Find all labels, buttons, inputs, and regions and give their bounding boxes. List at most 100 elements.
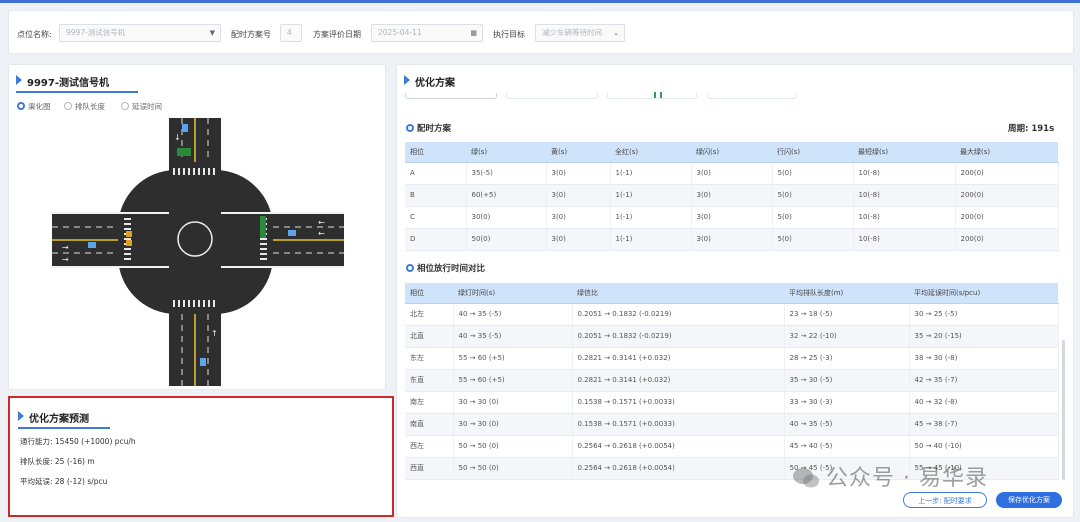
prev-step-button[interactable]: 上一步: 配时要求: [903, 492, 987, 508]
table-cell: 1(-1): [610, 184, 692, 207]
table-cell: 42 → 35 (-7): [909, 369, 1059, 392]
intersection-map: ← ← → → ↑ ↓: [52, 118, 344, 386]
compare-section-title: 相位放行时间对比: [406, 262, 485, 274]
target-label: 执行目标: [493, 30, 525, 39]
table-row: 北直 40 → 35 (-5) 0.2051 → 0.1832 (-0.0219) 3…: [405, 325, 1059, 348]
table-cell: 10(-8): [853, 184, 956, 207]
table-cell: 45 → 40 (-5): [784, 435, 910, 458]
table-cell: A: [405, 162, 467, 185]
calendar-icon: ▦: [470, 29, 477, 37]
crosswalk-north: [173, 168, 215, 175]
table-row: 南直 30 → 30 (0) 0.1538 → 0.1571 (+0.0033) 40…: [405, 413, 1059, 436]
table-cell: 东左: [405, 347, 454, 370]
table-cell: C: [405, 206, 467, 229]
plan-no-label: 配时方案号: [231, 30, 271, 39]
radio-queue-length[interactable]: 排队长度: [64, 101, 105, 112]
crosswalk-west: [124, 218, 131, 260]
column-header: 黄(s): [546, 142, 610, 163]
tab-4[interactable]: [707, 93, 797, 99]
cycle-text: 周期: 191s: [1008, 124, 1055, 134]
table-cell: 35 → 30 (-5): [784, 369, 910, 392]
table-cell: 0.2821 → 0.3141 (+0.032): [572, 369, 785, 392]
column-header: 平均延误时间(s/pcu): [909, 283, 1058, 304]
target-select[interactable]: 减少车辆等待时间 ⌄: [535, 24, 625, 42]
table-cell: 23 → 18 (-5): [784, 303, 910, 326]
table-cell: 0.2564 → 0.2618 (+0.0054): [572, 457, 785, 480]
table-cell: 5(0): [772, 184, 854, 207]
table-cell: 10(-8): [853, 206, 956, 229]
point-name-value: 9997-测试信号机: [66, 28, 126, 37]
table-row: 南左 30 → 30 (0) 0.1538 → 0.1571 (+0.0033) 33…: [405, 391, 1059, 414]
queue-text: 排队长度: 25 (-16) m: [20, 457, 95, 466]
column-header: 最大绿(s): [955, 142, 1058, 163]
table-cell: 0.2051 → 0.1832 (-0.0219): [572, 325, 785, 348]
table-cell: 10(-8): [853, 162, 956, 185]
eval-date-picker[interactable]: 2025-04-11 ▦: [371, 24, 483, 42]
table-cell: 0.2051 → 0.1832 (-0.0219): [572, 303, 785, 326]
table-cell: 45 → 38 (-7): [909, 413, 1059, 436]
svg-text:↓: ↓: [174, 133, 181, 142]
title-underline: [16, 91, 138, 93]
section-dot-icon: [406, 264, 414, 272]
table-cell: 0.2564 → 0.2618 (+0.0054): [572, 435, 785, 458]
table-cell: 0.1538 → 0.1571 (+0.0033): [572, 413, 785, 436]
radio-checked-icon: [17, 102, 25, 110]
column-header: 绿闪(s): [691, 142, 772, 163]
prediction-title: 优化方案预测: [29, 414, 89, 425]
table-cell: 200(0): [955, 162, 1059, 185]
table-cell: 1(-1): [610, 206, 692, 229]
eval-date-label: 方案评价日期: [313, 30, 361, 39]
section-marker-icon: [16, 75, 22, 85]
table-row: A 35(-5) 3(0) 1(-1) 3(0) 5(0) 10(-8) 200(0): [405, 162, 1059, 185]
radio-unchecked-icon: [64, 102, 72, 110]
table-cell: 50 → 50 (0): [453, 435, 573, 458]
svg-text:↑: ↑: [211, 329, 218, 338]
section-marker-icon: [404, 75, 410, 85]
filter-bar: 点位名称: 9997-测试信号机 ▼ 配时方案号 4 方案评价日期 2025-0…: [8, 10, 1074, 54]
table-cell: 0.1538 → 0.1571 (+0.0033): [572, 391, 785, 414]
svg-text:→: →: [62, 243, 69, 252]
point-name-label: 点位名称:: [17, 30, 52, 39]
table-cell: 5(0): [772, 162, 854, 185]
column-header: 平均排队长度(m): [784, 283, 909, 304]
radio-unchecked-icon: [121, 102, 129, 110]
column-header: 全红(s): [610, 142, 691, 163]
table-cell: 60(+5): [466, 184, 547, 207]
table-row: 东直 55 → 60 (+5) 0.2821 → 0.3141 (+0.032) 35…: [405, 369, 1059, 392]
intersection-title: 9997-测试信号机: [27, 78, 109, 89]
table-row: B 60(+5) 3(0) 1(-1) 3(0) 5(0) 10(-8) 200(0): [405, 184, 1059, 207]
table-cell: 西左: [405, 435, 454, 458]
tab-1[interactable]: [405, 93, 497, 99]
table-cell: 3(0): [546, 228, 611, 251]
svg-text:←: ←: [318, 218, 325, 227]
radio-channelization[interactable]: 渠化图: [17, 101, 51, 112]
radio-delay-time[interactable]: 延误时间: [121, 101, 162, 112]
section-dot-icon: [406, 124, 414, 132]
section-marker-icon: [18, 411, 24, 421]
table-cell: 40 → 32 (-8): [909, 391, 1059, 414]
table-cell: 35(-5): [466, 162, 547, 185]
point-name-select[interactable]: 9997-测试信号机 ▼: [59, 24, 221, 42]
optimization-title: 优化方案: [415, 78, 455, 89]
crosswalk-south: [173, 300, 215, 307]
table-cell: 33 → 30 (-3): [784, 391, 910, 414]
table-header-row: 相位 绿(s) 黄(s) 全红(s) 绿闪(s) 行闪(s) 最短绿(s) 最大…: [405, 142, 1058, 163]
save-plan-button[interactable]: 保存优化方案: [996, 492, 1062, 508]
capacity-text: 通行能力: 15450 (+1000) pcu/h: [20, 437, 136, 446]
timing-table: 相位 绿(s) 黄(s) 全红(s) 绿闪(s) 行闪(s) 最短绿(s) 最大…: [405, 142, 1059, 251]
table-cell: 30(0): [466, 206, 547, 229]
table-cell: 南左: [405, 391, 454, 414]
column-header: 绿信比: [572, 283, 784, 304]
scrollbar[interactable]: [1062, 340, 1065, 480]
table-cell: 200(0): [955, 184, 1059, 207]
table-cell: 北直: [405, 325, 454, 348]
table-cell: 3(0): [691, 228, 773, 251]
tab-3[interactable]: [607, 93, 697, 99]
column-header: 绿灯时间(s): [453, 283, 572, 304]
timing-section-title: 配时方案: [406, 122, 451, 134]
plan-no-input[interactable]: 4: [280, 24, 302, 42]
column-header: 行闪(s): [772, 142, 853, 163]
table-row: D 50(0) 3(0) 1(-1) 3(0) 5(0) 10(-8) 200(0): [405, 228, 1059, 251]
tab-2[interactable]: [506, 93, 598, 99]
table-row: 西左 50 → 50 (0) 0.2564 → 0.2618 (+0.0054) 45…: [405, 435, 1059, 458]
